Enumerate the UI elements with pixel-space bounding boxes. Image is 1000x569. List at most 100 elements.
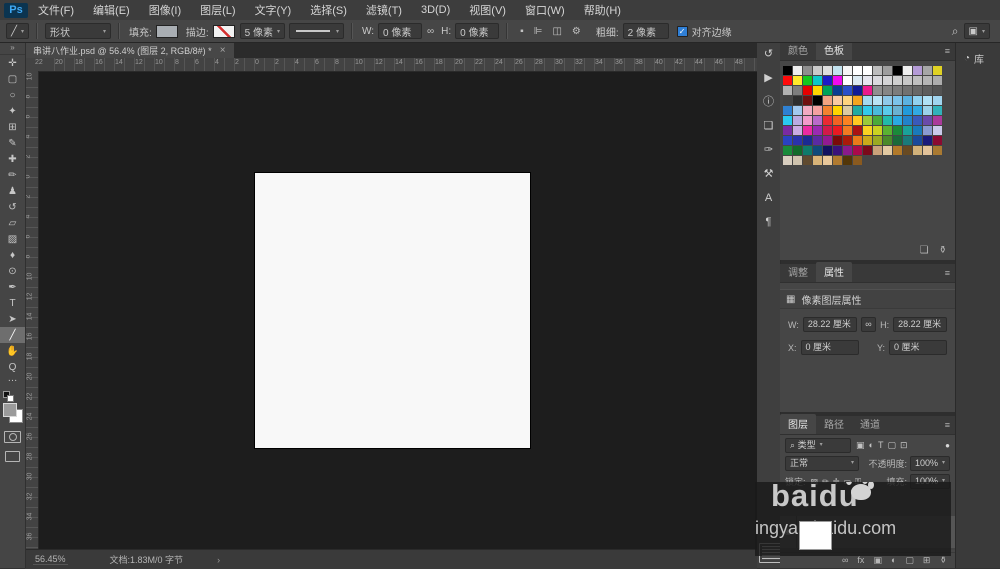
color-swatch[interactable] (843, 136, 852, 145)
canvas[interactable] (255, 173, 530, 448)
color-swatch[interactable] (843, 116, 852, 125)
history-brush-tool[interactable]: ↺ (0, 199, 25, 215)
link-dimensions-icon[interactable]: ∞ (427, 26, 434, 37)
close-icon[interactable]: × (220, 45, 226, 56)
color-swatch[interactable] (863, 116, 872, 125)
filter-smart-objects-icon[interactable]: ⊡ (900, 440, 908, 450)
color-swatch[interactable] (893, 106, 902, 115)
color-swatch[interactable] (793, 76, 802, 85)
color-swatch[interactable] (913, 86, 922, 95)
tab-color[interactable]: 颜色 (780, 40, 816, 60)
marquee-tool[interactable]: ▢ (0, 71, 25, 87)
color-swatch[interactable] (843, 126, 852, 135)
color-swatch[interactable] (813, 66, 822, 75)
quick-mask-mode-button[interactable] (4, 431, 21, 443)
color-swatch[interactable] (813, 106, 822, 115)
color-swatch[interactable] (863, 136, 872, 145)
character-panel-icon[interactable]: A (757, 186, 780, 210)
color-swatch[interactable] (883, 86, 892, 95)
foreground-color-swatch[interactable] (3, 403, 17, 417)
path-arrange-icon[interactable]: ◫ (552, 26, 561, 37)
clone-source-panel-icon[interactable]: ⚒ (757, 162, 780, 186)
color-swatch[interactable] (793, 136, 802, 145)
tab-channels[interactable]: 通道 (852, 414, 888, 434)
color-swatch[interactable] (853, 146, 862, 155)
screen-mode-button[interactable] (5, 451, 20, 462)
blend-mode-select[interactable]: 正常 ▾ (785, 456, 859, 471)
color-swatch[interactable] (923, 116, 932, 125)
color-swatch[interactable] (913, 76, 922, 85)
color-swatch[interactable] (823, 66, 832, 75)
color-swatch[interactable] (833, 96, 842, 105)
eyedropper-tool[interactable]: ✎ (0, 135, 25, 151)
menu-item[interactable]: 窗口(W) (525, 2, 565, 18)
shape-height-field[interactable]: 0 像素 (455, 23, 500, 39)
color-swatch[interactable] (883, 106, 892, 115)
color-swatch[interactable] (893, 66, 902, 75)
stroke-type-select[interactable]: ▾ (288, 23, 344, 39)
color-swatch[interactable] (803, 106, 812, 115)
menu-item[interactable]: 图像(I) (149, 2, 181, 18)
color-swatch[interactable] (803, 76, 812, 85)
color-swatch[interactable] (913, 66, 922, 75)
menu-item[interactable]: 视图(V) (469, 2, 506, 18)
color-swatch[interactable] (903, 66, 912, 75)
menu-item[interactable]: 3D(D) (421, 4, 450, 16)
color-swatch[interactable] (783, 136, 792, 145)
color-swatch[interactable] (793, 66, 802, 75)
color-swatch[interactable] (833, 66, 842, 75)
history-panel-icon[interactable]: ↺ (757, 42, 780, 66)
color-swatch[interactable] (863, 126, 872, 135)
color-swatch[interactable] (823, 156, 832, 165)
panel-menu-icon[interactable]: ≡ (945, 46, 950, 56)
color-swatch[interactable] (913, 126, 922, 135)
menu-item[interactable]: 选择(S) (310, 2, 347, 18)
color-swatch[interactable] (783, 116, 792, 125)
panel-menu-icon[interactable]: ≡ (945, 268, 950, 278)
color-swatch[interactable] (933, 106, 942, 115)
color-swatch[interactable] (833, 106, 842, 115)
menu-item[interactable]: 编辑(E) (93, 2, 130, 18)
color-swatch[interactable] (893, 126, 902, 135)
color-swatch[interactable] (933, 86, 942, 95)
move-tool[interactable]: ✛ (0, 55, 25, 71)
collapse-toolbar-button[interactable]: » (0, 42, 25, 55)
color-swatch[interactable] (853, 106, 862, 115)
color-swatch[interactable] (913, 96, 922, 105)
healing-brush-tool[interactable]: ✚ (0, 151, 25, 167)
color-swatch[interactable] (793, 156, 802, 165)
prop-width-field[interactable]: 28.22 厘米 (802, 317, 857, 332)
vertical-ruler[interactable]: 1086420246810121416182022242628303234363… (24, 71, 39, 560)
color-swatch[interactable] (903, 86, 912, 95)
color-swatch[interactable] (903, 106, 912, 115)
color-swatch[interactable] (913, 106, 922, 115)
color-swatch[interactable] (793, 106, 802, 115)
color-swatch[interactable] (853, 156, 862, 165)
color-swatch[interactable] (793, 116, 802, 125)
document-tab[interactable]: 串讲八作业.psd @ 56.4% (图层 2, RGB/8#) * × (25, 42, 234, 58)
constrain-proportions-icon[interactable]: ∞ (860, 317, 877, 332)
brush-tool[interactable]: ✏ (0, 167, 25, 183)
color-swatch[interactable] (923, 106, 932, 115)
color-swatch[interactable] (833, 146, 842, 155)
color-swatch[interactable] (803, 126, 812, 135)
color-swatch[interactable] (793, 146, 802, 155)
color-swatch[interactable] (893, 136, 902, 145)
color-swatch[interactable] (783, 156, 792, 165)
color-swatch[interactable] (923, 146, 932, 155)
color-swatch[interactable] (843, 156, 852, 165)
color-swatch[interactable] (833, 76, 842, 85)
color-swatch[interactable] (933, 136, 942, 145)
color-swatch[interactable] (873, 136, 882, 145)
color-swatch[interactable] (863, 76, 872, 85)
horizontal-ruler[interactable]: 22 20 18 16 14 12 10 8 6 4 2 0 2 4 6 8 10 12 14 16 18 20 22 24 2… (35, 58, 757, 72)
filter-pixel-layers-icon[interactable]: ▣ (856, 440, 865, 450)
color-swatch[interactable] (823, 126, 832, 135)
tool-mode-select[interactable]: 形状 ▾ (45, 23, 112, 39)
color-swatch[interactable] (933, 126, 942, 135)
color-swatch[interactable] (853, 96, 862, 105)
menu-item[interactable]: 滤镜(T) (366, 2, 402, 18)
color-swatch[interactable] (923, 136, 932, 145)
color-swatch[interactable] (903, 116, 912, 125)
tab-paths[interactable]: 路径 (816, 414, 852, 434)
